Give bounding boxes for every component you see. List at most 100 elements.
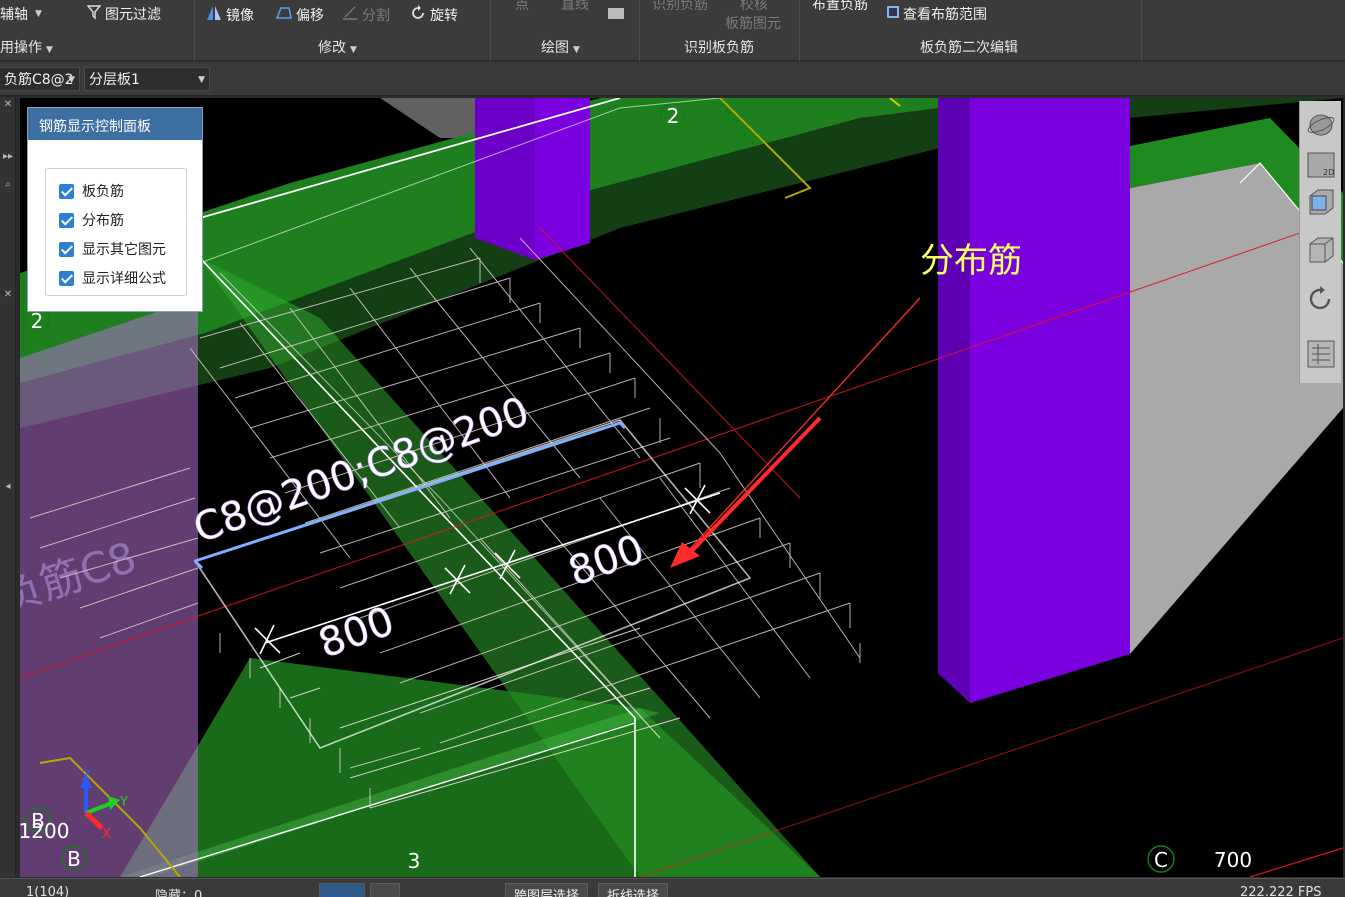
checkbox-checked-icon[interactable] <box>59 270 74 286</box>
3d-viewport[interactable]: 负筋C8 C8@200;C8@200 800 800 分布筋 2 2 3 B B… <box>20 98 1343 877</box>
view-tools-bar: 2D ▾ <box>1299 101 1341 383</box>
point-label: 点 <box>515 0 529 13</box>
place-neg-label: 布置负筋 <box>812 0 868 13</box>
rotate-icon <box>409 4 427 26</box>
place-neg-button[interactable]: 布置负筋 <box>812 0 868 14</box>
grid-axis-label: 2 <box>31 309 44 333</box>
cross-layer-select-button[interactable]: 跨图层选择 <box>505 883 589 897</box>
dim-left-label: 800 <box>313 598 400 667</box>
draw-label: 绘图 <box>541 40 569 56</box>
modify-dropdown[interactable]: 修改 ▼ <box>318 37 357 57</box>
view-2d-button[interactable]: 2D <box>1305 151 1337 183</box>
identify-neg-label: 识别负筋 <box>652 0 708 13</box>
checkbox-checked-icon[interactable] <box>59 212 74 228</box>
checkbox-checked-icon[interactable] <box>59 183 74 199</box>
chevron-down-icon: ▼ <box>46 45 53 55</box>
fps-readout: 222.222 FPS <box>1240 885 1322 897</box>
refresh-icon[interactable] <box>1305 283 1337 319</box>
ribbon-group-secondary-edit: 布置负筋 查看布筋范围 板负筋二次编辑 <box>800 0 1142 61</box>
select-mode-icon[interactable] <box>319 883 365 897</box>
option-label: 板负筋 <box>82 184 124 200</box>
check-button[interactable]: 校核 <box>740 0 768 14</box>
ribbon-group-modify: 镜像 偏移 分割 旋转 修改 ▼ <box>195 0 491 61</box>
close-icon[interactable]: ✕ <box>0 289 16 300</box>
hidden-count: 隐藏：0 <box>155 889 203 897</box>
rebar-combo[interactable]: 负筋C8@2 ▼ <box>0 67 80 91</box>
axis-x-label: X <box>102 827 111 842</box>
draw-dropdown[interactable]: 绘图 ▼ <box>541 37 580 57</box>
rotate-button[interactable]: 旋转 <box>409 4 458 26</box>
left-dock-strip: ✕ ▸▸ ⌕ ✕ ◂ <box>0 97 16 877</box>
option-show-detailed-formula[interactable]: 显示详细公式 <box>59 268 166 288</box>
chevron-down-icon: ▼ <box>198 75 205 85</box>
split-label: 分割 <box>362 8 390 24</box>
panel-options: 板负筋 分布筋 显示其它图元 显示详细公式 <box>45 168 187 296</box>
dim-700-label: 700 <box>1214 848 1252 872</box>
axis-z-label: Z <box>82 769 91 784</box>
close-icon[interactable]: ✕ <box>0 99 16 110</box>
grid-axis-label: B <box>67 847 81 871</box>
mirror-button[interactable]: 镜像 <box>205 4 254 26</box>
mirror-icon <box>205 4 223 26</box>
panel-title[interactable]: 钢筋显示控制面板 <box>28 108 202 140</box>
checkbox-checked-icon[interactable] <box>59 241 74 257</box>
chevron-down-icon: ▼ <box>573 45 580 55</box>
filter-button[interactable]: 图元过滤 <box>86 4 161 24</box>
polyline-select-button[interactable]: 折线选择 <box>598 883 669 897</box>
dim-1200-label: 1200 <box>20 819 69 843</box>
point-button[interactable]: 点 <box>515 0 529 14</box>
search-icon[interactable]: ⌕ <box>0 179 16 190</box>
option-show-other-elements[interactable]: 显示其它图元 <box>59 239 166 259</box>
identify-neg-button[interactable]: 识别负筋 <box>652 0 708 14</box>
chevron-down-icon: ▼ <box>35 9 42 19</box>
orbit-icon[interactable] <box>1305 111 1337 143</box>
option-label: 显示其它图元 <box>82 242 166 258</box>
status-bar: 1(104) 隐藏：0 跨图层选择 折线选择 222.222 FPS <box>0 878 1345 897</box>
ribbon-group-identify: 识别负筋 校核 板筋图元 识别板负筋 <box>640 0 800 61</box>
slab-rebar-elem-button[interactable]: 板筋图元 <box>725 13 781 33</box>
check-label: 校核 <box>740 0 768 13</box>
grid-axis-label: C <box>1154 848 1168 872</box>
common-ops-dropdown[interactable]: 用操作 ▼ <box>0 37 53 57</box>
dim-right-label: 800 <box>563 526 650 595</box>
cube-icon[interactable] <box>1305 235 1337 273</box>
mirror-label: 镜像 <box>226 8 254 24</box>
rebar-display-control-panel: 钢筋显示控制面板 板负筋 分布筋 显示其它图元 显示详细公式 <box>27 107 203 312</box>
layer-list-icon[interactable] <box>1305 339 1337 373</box>
ribbon-group-common: 辅轴 ▼ 图元过滤 用操作 ▼ <box>0 0 195 61</box>
view-range-icon <box>886 5 900 23</box>
option-distribution-rebar[interactable]: 分布筋 <box>59 210 124 230</box>
cross-icon[interactable] <box>370 883 400 897</box>
option-label: 显示详细公式 <box>82 271 166 287</box>
view-cube-icon[interactable]: ▾ <box>1305 187 1337 228</box>
offset-label: 偏移 <box>296 8 324 24</box>
line-button[interactable]: 直线 <box>561 0 589 14</box>
draw-tool-icon[interactable] <box>607 5 625 21</box>
toolbar: 负筋C8@2 ▼ 分层板1 ▼ <box>0 62 1345 96</box>
line-label: 直线 <box>561 0 589 13</box>
split-button[interactable]: 分割 <box>341 4 390 26</box>
grid-axis-label: 2 <box>667 104 680 128</box>
axis-label: 辅轴 <box>0 7 28 23</box>
split-icon <box>341 4 359 26</box>
view-range-button[interactable]: 查看布筋范围 <box>886 4 987 24</box>
expand-icon[interactable]: ▸▸ <box>0 151 16 162</box>
ribbon: 辅轴 ▼ 图元过滤 用操作 ▼ 镜像 偏移 分割 旋转 修改 ▼ 点 直线 绘图… <box>0 0 1345 61</box>
chevron-down-icon: ▼ <box>68 75 75 85</box>
layer-combo[interactable]: 分层板1 ▼ <box>84 67 210 91</box>
axis-button[interactable]: 辅轴 ▼ <box>0 4 42 24</box>
option-label: 分布筋 <box>82 213 124 229</box>
option-slab-neg-rebar[interactable]: 板负筋 <box>59 181 124 201</box>
view-2d-label: 2D <box>1323 168 1334 177</box>
annotation-label: 分布筋 <box>920 241 1022 281</box>
common-ops-label: 用操作 <box>0 40 42 56</box>
axis-y-label: Y <box>119 795 128 810</box>
view-range-label: 查看布筋范围 <box>903 7 987 23</box>
offset-button[interactable]: 偏移 <box>275 4 324 26</box>
chevron-down-icon: ▼ <box>350 45 357 55</box>
collapse-arrow-icon[interactable]: ◂ <box>0 481 16 492</box>
layer-combo-value: 分层板1 <box>89 72 140 88</box>
rotate-label: 旋转 <box>430 8 458 24</box>
grid-axis-label: 3 <box>408 849 421 873</box>
scene-canvas[interactable]: 负筋C8 C8@200;C8@200 800 800 分布筋 2 2 3 B B… <box>20 98 1343 877</box>
